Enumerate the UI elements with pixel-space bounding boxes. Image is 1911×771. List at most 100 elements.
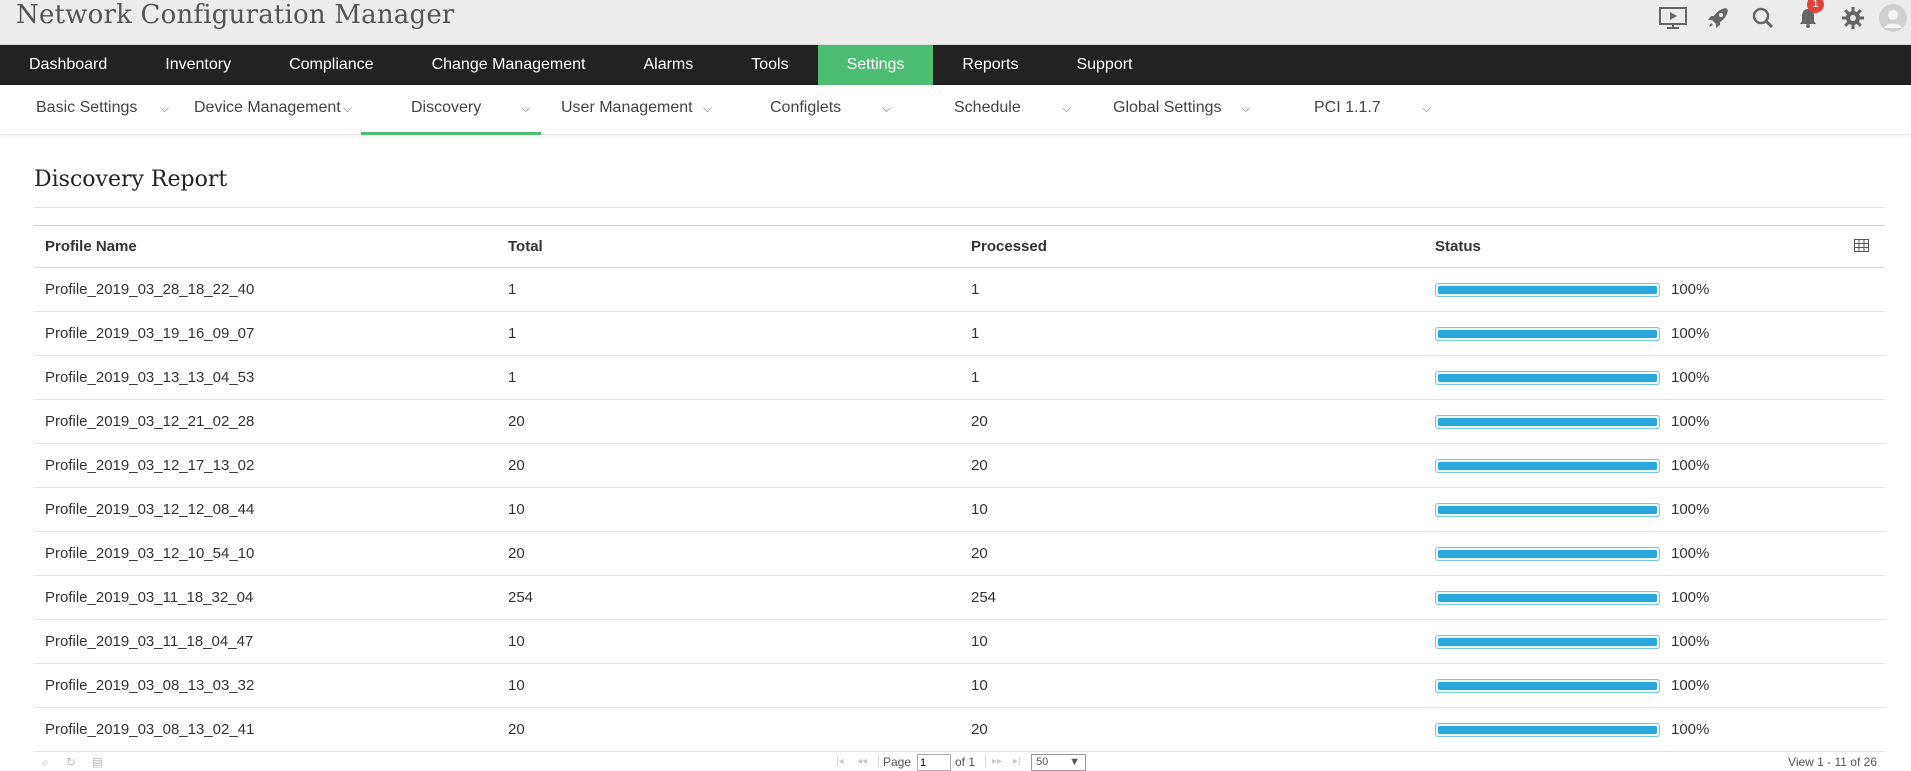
chevron-down-icon: ⌵ [1062,101,1072,115]
cell-profile-name: Profile_2019_03_12_17_13_02 [45,457,255,474]
column-header-total[interactable]: Total [508,226,543,268]
last-page-icon[interactable]: ▸| [1013,756,1021,767]
status-percent: 100% [1671,589,1710,606]
nav-alarms[interactable]: Alarms [614,45,722,85]
next-page-icon[interactable]: ▸▸ [992,756,1002,767]
subnav-configlets[interactable]: Configlets ⌵ [770,85,900,135]
cell-profile-name: Profile_2019_03_13_13_04_53 [45,369,255,386]
cell-total: 20 [508,457,525,474]
subnav-pci[interactable]: PCI 1.1.7 ⌵ [1314,85,1439,135]
cell-profile-name: Profile_2019_03_08_13_03_32 [45,677,255,694]
page-size-value: 50 [1036,756,1049,768]
table-row[interactable]: Profile_2019_03_11_18_32_04 254 254 100% [34,576,1885,620]
status-percent: 100% [1671,325,1710,342]
table-row[interactable]: Profile_2019_03_11_18_04_47 10 10 100% [34,620,1885,664]
page-number-input[interactable] [917,754,951,771]
first-page-icon[interactable]: |◂ [836,756,844,767]
main-nav: Dashboard Inventory Compliance Change Ma… [0,45,1911,85]
subnav-label: Discovery [411,99,482,116]
nav-compliance[interactable]: Compliance [260,45,402,85]
print-icon[interactable]: ▤ [92,755,103,769]
chevron-down-icon: ⌵ [521,101,531,115]
cell-profile-name: Profile_2019_03_19_16_09_07 [45,325,255,342]
user-avatar-icon[interactable] [1875,0,1911,36]
column-header-profile-name[interactable]: Profile Name [45,226,137,268]
progress-bar-fill [1438,682,1657,690]
nav-support[interactable]: Support [1047,45,1161,85]
progress-bar-fill [1438,506,1657,514]
subnav-discovery[interactable]: Discovery ⌵ [361,85,541,135]
nav-tools[interactable]: Tools [722,45,817,85]
status-percent: 100% [1671,413,1710,430]
table-row[interactable]: Profile_2019_03_12_12_08_44 10 10 100% [34,488,1885,532]
table-row[interactable]: Profile_2019_03_19_16_09_07 1 1 100% [34,312,1885,356]
divider [985,754,986,768]
prev-page-icon[interactable]: ◂◂ [857,756,867,767]
cell-profile-name: Profile_2019_03_12_10_54_10 [45,545,255,562]
nav-settings[interactable]: Settings [817,45,934,85]
table-row[interactable]: Profile_2019_03_08_13_02_41 20 20 100% [34,708,1885,752]
nav-inventory[interactable]: Inventory [136,45,260,85]
page-size-select[interactable]: 50 ▼ [1031,754,1086,771]
page-count-label: of 1 [955,755,976,769]
records-count-label: View 1 - 11 of 26 [1788,755,1877,769]
dropdown-arrow-icon: ▼ [1069,756,1080,768]
nav-reports[interactable]: Reports [933,45,1047,85]
chevron-down-icon: ⌵ [1422,101,1432,115]
progress-bar-fill [1438,374,1657,382]
subnav-schedule[interactable]: Schedule ⌵ [954,85,1079,135]
subnav-label: Device Management [194,99,341,116]
page-label: Page [883,755,912,769]
table-row[interactable]: Profile_2019_03_12_10_54_10 20 20 100% [34,532,1885,576]
table-row[interactable]: Profile_2019_03_12_21_02_28 20 20 100% [34,400,1885,444]
subnav-basic-settings[interactable]: Basic Settings ⌵ [36,85,176,135]
table-row[interactable]: Profile_2019_03_12_17_13_02 20 20 100% [34,444,1885,488]
gear-icon[interactable] [1830,0,1875,36]
cell-total: 10 [508,677,525,694]
subnav-device-management[interactable]: Device Management ⌵ [194,85,354,135]
cell-profile-name: Profile_2019_03_12_21_02_28 [45,413,255,430]
status-percent: 100% [1671,281,1710,298]
cell-processed: 10 [971,677,988,694]
table-row[interactable]: Profile_2019_03_28_18_22_40 1 1 100% [34,268,1885,312]
table-row[interactable]: Profile_2019_03_08_13_03_32 10 10 100% [34,664,1885,708]
cell-processed: 20 [971,721,988,738]
subnav-user-management[interactable]: User Management ⌵ [561,85,721,135]
sub-nav: Basic Settings ⌵ Device Management ⌵ Dis… [0,85,1911,135]
table-body: Profile_2019_03_28_18_22_40 1 1 100% Profile… [34,268,1885,752]
nav-change-management[interactable]: Change Management [403,45,615,85]
table-row[interactable]: Profile_2019_03_13_13_04_53 1 1 100% [34,356,1885,400]
column-header-processed[interactable]: Processed [971,226,1047,268]
progress-bar-fill [1438,594,1657,602]
chevron-down-icon: ⌵ [703,101,713,115]
bell-icon[interactable]: 1 [1785,0,1830,36]
progress-bar [1435,327,1660,341]
table-header: Profile Name Total Processed Status [34,225,1885,268]
progress-bar [1435,459,1660,473]
cell-profile-name: Profile_2019_03_11_18_32_04 [45,589,254,606]
subnav-global-settings[interactable]: Global Settings ⌵ [1113,85,1263,135]
column-header-status[interactable]: Status [1435,226,1481,268]
status-percent: 100% [1671,501,1710,518]
presentation-icon[interactable] [1650,0,1695,36]
status-percent: 100% [1671,721,1710,738]
cell-total: 10 [508,501,525,518]
search-icon[interactable]: ⌕ [42,755,49,770]
divider [878,754,879,768]
cell-profile-name: Profile_2019_03_28_18_22_40 [45,281,255,298]
progress-bar [1435,283,1660,297]
nav-dashboard[interactable]: Dashboard [0,45,136,85]
cell-processed: 20 [971,545,988,562]
discovery-report-table: Profile Name Total Processed Status Prof… [34,225,1885,752]
column-chooser-icon[interactable] [1854,239,1869,256]
rocket-icon[interactable] [1695,0,1740,36]
subnav-label: Schedule [954,99,1021,116]
refresh-icon[interactable]: ↻ [66,755,76,769]
status-percent: 100% [1671,633,1710,650]
cell-total: 20 [508,413,525,430]
progress-bar [1435,591,1660,605]
cell-processed: 20 [971,413,988,430]
search-icon[interactable] [1740,0,1785,36]
cell-processed: 10 [971,501,988,518]
cell-total: 1 [508,369,517,386]
